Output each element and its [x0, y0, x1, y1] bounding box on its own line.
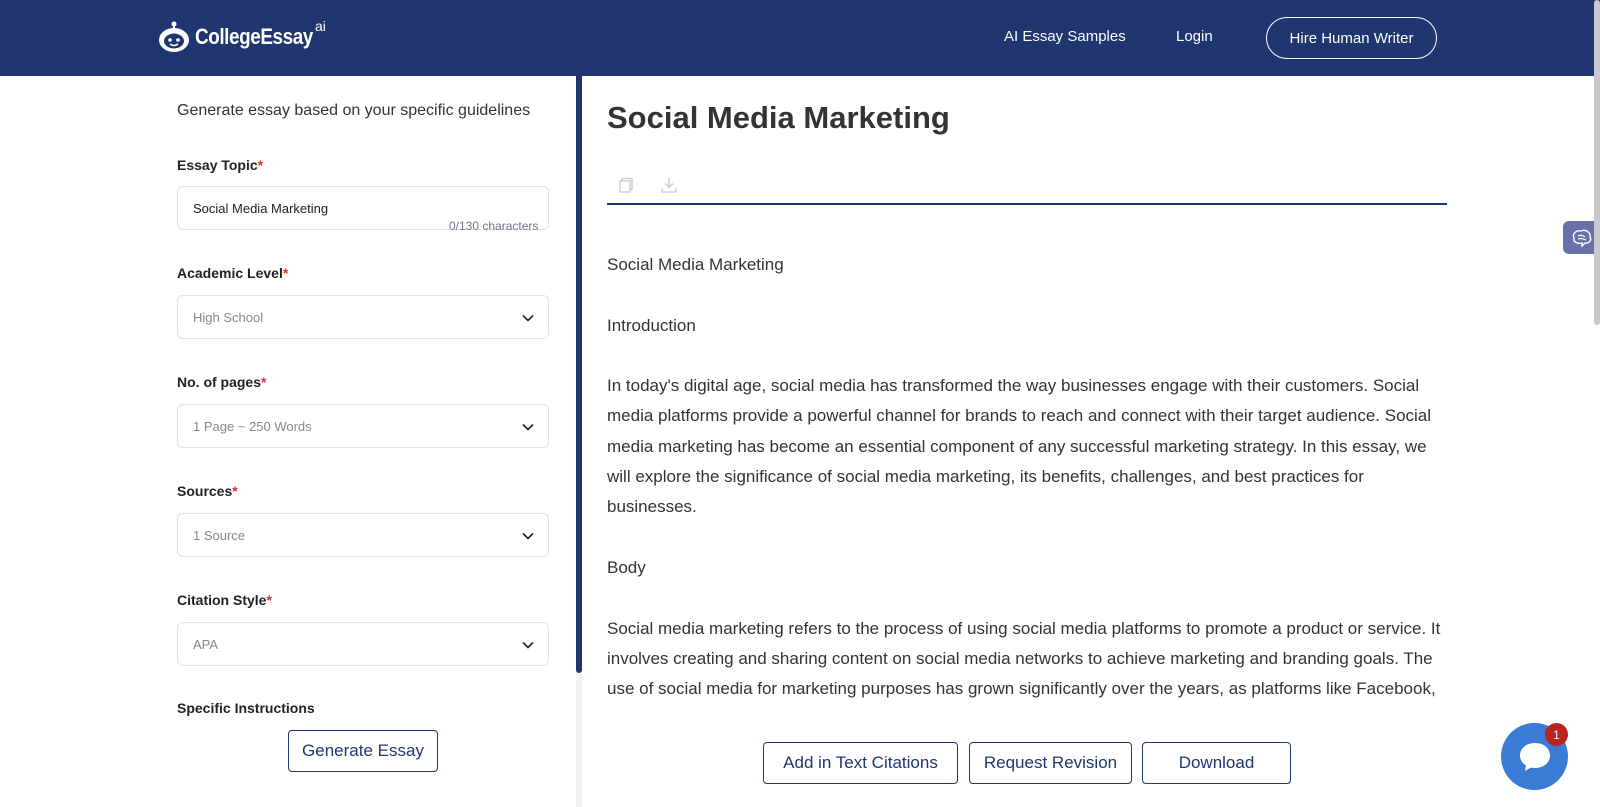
academic-level-value: High School [193, 310, 264, 325]
pages-select[interactable]: 1 Page ~ 250 Words [177, 404, 549, 448]
citation-style-select[interactable]: APA [177, 622, 549, 666]
essay-paragraph: Body [607, 557, 646, 577]
essay-title: Social Media Marketing [607, 100, 950, 135]
academic-level-label: Academic Level* [177, 265, 289, 281]
chat-icon [1519, 742, 1550, 771]
essay-topic-label: Essay Topic* [177, 157, 264, 173]
request-revision-button[interactable]: Request Revision [969, 742, 1132, 784]
essay-paragraph: In today's digital age, social media has… [607, 376, 1432, 517]
download-icon[interactable] [660, 176, 678, 194]
academic-level-select[interactable]: High School [177, 295, 549, 339]
essay-paragraph: Social Media Marketing [607, 255, 784, 274]
chevron-down-icon [522, 423, 534, 431]
sources-value: 1 Source [193, 528, 246, 543]
topic-character-counter: 0/130 characters [449, 219, 539, 233]
copy-icon[interactable] [617, 176, 635, 194]
nav-ai-essay-samples[interactable]: AI Essay Samples [1004, 28, 1126, 45]
essay-paragraph: Introduction [607, 315, 696, 335]
essay-form-panel: Generate essay based on your specific gu… [0, 76, 576, 807]
logo-ai-suffix: ai [315, 18, 326, 34]
brain-icon [1572, 229, 1591, 248]
chevron-down-icon [522, 532, 534, 540]
citation-style-value: APA [193, 637, 219, 652]
sources-label: Sources* [177, 483, 238, 499]
hire-human-writer-button[interactable]: Hire Human Writer [1266, 17, 1437, 59]
chat-notification-badge: 1 [1545, 723, 1568, 746]
essay-content: Social Media Marketing Introduction In t… [607, 250, 1447, 712]
sources-select[interactable]: 1 Source [177, 513, 549, 557]
site-logo[interactable]: CollegeEssay [157, 20, 332, 54]
download-button[interactable]: Download [1142, 742, 1291, 784]
generate-essay-button[interactable]: Generate Essay [288, 730, 438, 772]
essay-paragraph: Social media marketing refers to the pro… [607, 618, 1441, 712]
chevron-down-icon [522, 314, 534, 322]
page-scrollbar[interactable] [1594, 0, 1600, 325]
form-guideline: Generate essay based on your specific gu… [177, 102, 531, 119]
pages-value: 1 Page ~ 250 Words [193, 419, 312, 434]
panel-scrollbar-thumb[interactable] [576, 76, 582, 673]
citation-style-label: Citation Style* [177, 592, 272, 608]
top-header: CollegeEssay ai AI Essay Samples Login H… [0, 0, 1600, 76]
nav-login[interactable]: Login [1176, 28, 1213, 45]
essay-topic-value: Social Media Marketing [193, 201, 329, 216]
specific-instructions-label: Specific Instructions [177, 700, 315, 716]
robot-logo-icon [159, 21, 189, 52]
add-in-text-citations-button[interactable]: Add in Text Citations [763, 742, 958, 784]
chevron-down-icon [522, 641, 534, 649]
title-divider [607, 203, 1447, 205]
logo-text: CollegeEssay [195, 24, 313, 49]
pages-label: No. of pages* [177, 374, 267, 390]
